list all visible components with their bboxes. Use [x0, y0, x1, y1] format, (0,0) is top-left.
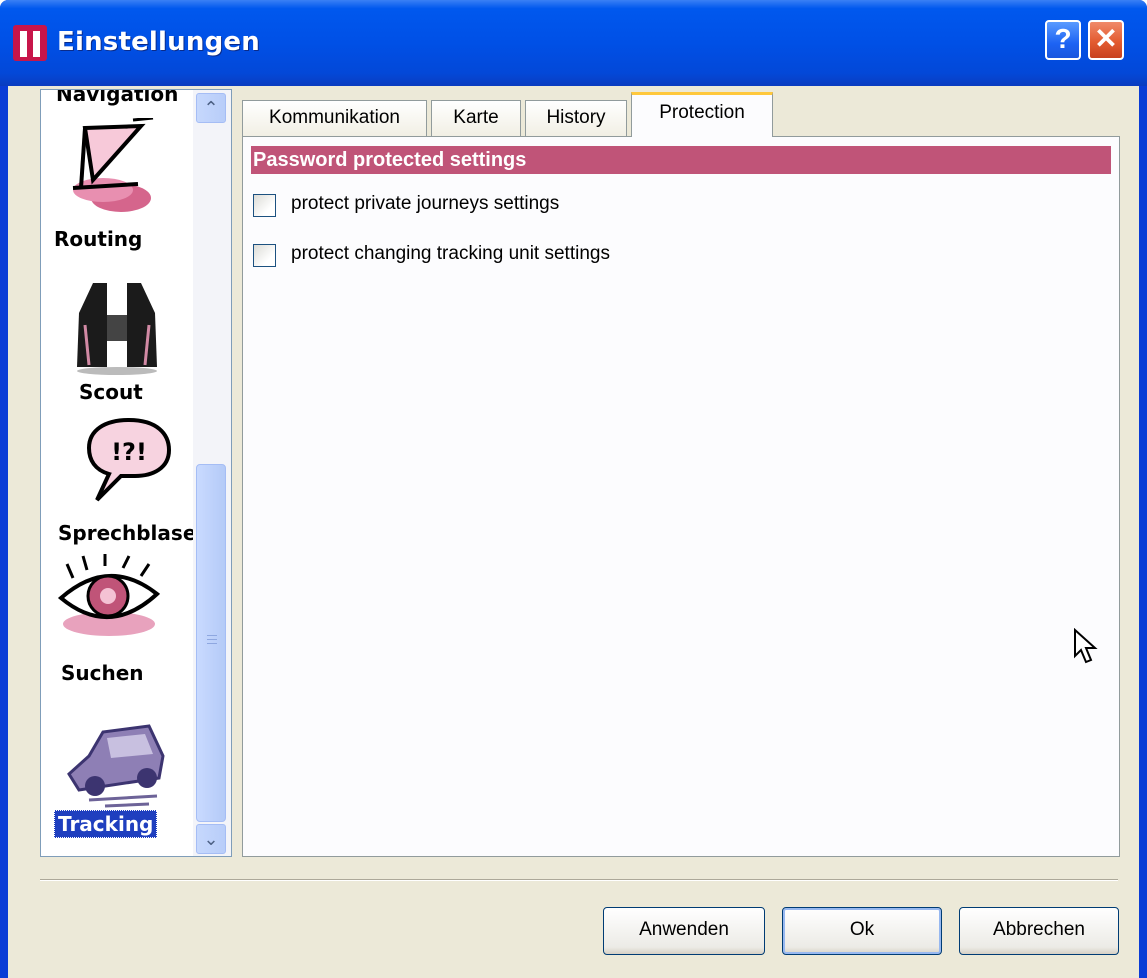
- scroll-up-arrow-icon[interactable]: ⌃: [196, 93, 226, 123]
- tab-karte[interactable]: Karte: [431, 100, 521, 136]
- tab-kommunikation[interactable]: Kommunikation: [242, 100, 427, 136]
- svg-text:!?!: !?!: [111, 438, 147, 466]
- scroll-down-arrow-icon[interactable]: ⌄: [196, 824, 226, 854]
- nav-item-routing[interactable]: Routing: [54, 227, 142, 251]
- settings-window: Einstellungen ? ✕ Navigation Routing Sco…: [0, 0, 1147, 978]
- dialog-client-area: Navigation Routing Scout !?! Sprechblase…: [8, 86, 1139, 978]
- checkbox-protect-tracking-unit[interactable]: [253, 244, 276, 267]
- ok-button[interactable]: Ok: [782, 907, 942, 955]
- routing-icon[interactable]: [63, 118, 158, 218]
- protection-tab-panel: Password protected settings protect priv…: [242, 136, 1120, 857]
- mouse-cursor-icon: [1074, 628, 1098, 664]
- title-bar[interactable]: Einstellungen ? ✕: [0, 0, 1147, 86]
- apply-button[interactable]: Anwenden: [603, 907, 765, 955]
- nav-item-sprechblase[interactable]: Sprechblase: [58, 521, 193, 545]
- section-header-password-protected: Password protected settings: [251, 146, 1111, 174]
- binoculars-icon[interactable]: [67, 275, 167, 375]
- tab-protection[interactable]: Protection: [631, 92, 773, 137]
- car-icon[interactable]: [59, 720, 169, 810]
- help-button[interactable]: ?: [1045, 20, 1081, 60]
- checkbox-label[interactable]: protect changing tracking unit settings: [291, 243, 610, 265]
- category-list-items: Navigation Routing Scout !?! Sprechblase…: [41, 90, 193, 856]
- dialog-separator: [40, 879, 1118, 881]
- app-logo-icon: [13, 25, 47, 61]
- checkbox-label[interactable]: protect private journeys settings: [291, 193, 559, 215]
- close-button[interactable]: ✕: [1088, 20, 1124, 60]
- nav-item-suchen[interactable]: Suchen: [61, 661, 144, 685]
- nav-item-scout[interactable]: Scout: [79, 380, 143, 404]
- category-list-scrollbar[interactable]: ⌃ ⌄: [193, 90, 231, 856]
- tab-history[interactable]: History: [525, 100, 627, 136]
- speech-bubble-icon[interactable]: !?!: [85, 416, 173, 506]
- eye-icon[interactable]: [53, 554, 163, 644]
- nav-item-tracking[interactable]: Tracking: [54, 810, 158, 838]
- nav-item-navigation[interactable]: Navigation: [56, 90, 178, 106]
- window-title: Einstellungen: [57, 27, 260, 57]
- scrollbar-thumb[interactable]: [196, 464, 226, 822]
- category-list: Navigation Routing Scout !?! Sprechblase…: [40, 89, 232, 857]
- checkbox-protect-private-journeys[interactable]: [253, 194, 276, 217]
- cancel-button[interactable]: Abbrechen: [959, 907, 1119, 955]
